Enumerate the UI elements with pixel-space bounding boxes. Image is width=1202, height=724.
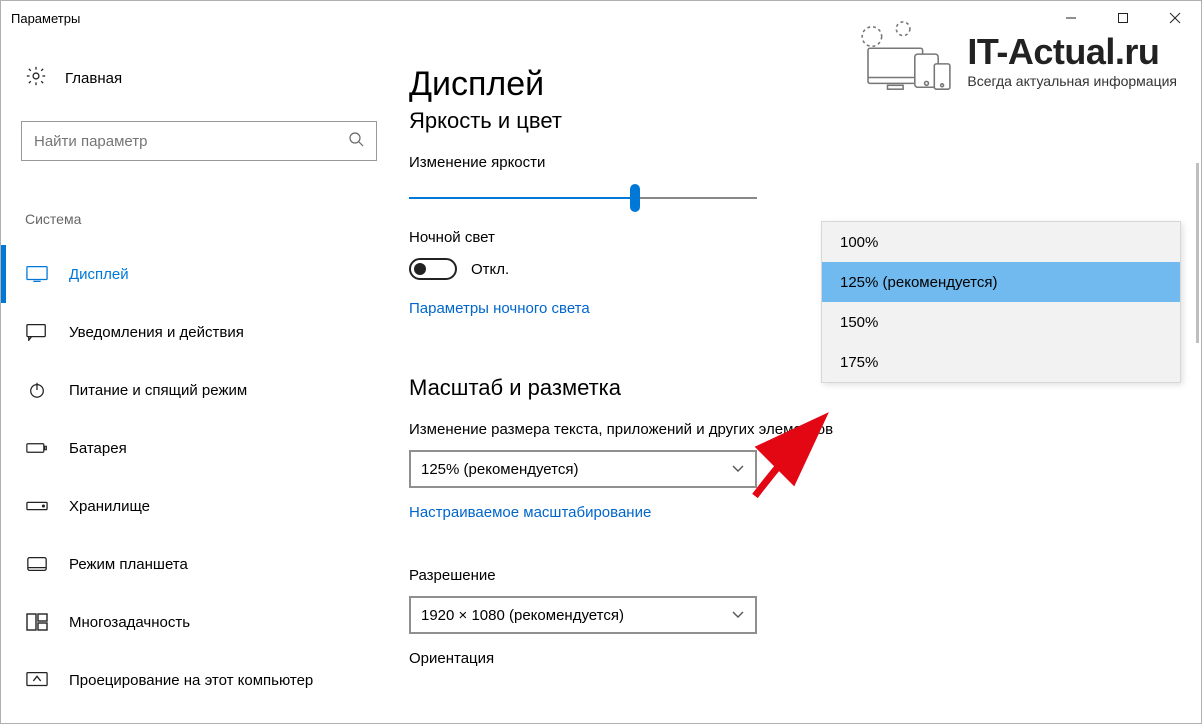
sidebar-item-label: Батарея	[69, 440, 127, 457]
sidebar-category-header: Система	[19, 211, 383, 227]
window-title: Параметры	[11, 11, 80, 26]
storage-icon	[25, 497, 49, 515]
dropdown-option-125[interactable]: 125% (рекомендуется)	[822, 262, 1180, 302]
resolution-combobox[interactable]: 1920 × 1080 (рекомендуется)	[409, 596, 757, 634]
gear-icon	[25, 65, 47, 91]
projecting-icon	[25, 671, 49, 689]
sidebar-item-storage[interactable]: Хранилище	[19, 477, 383, 535]
chat-icon	[25, 323, 49, 341]
scale-label: Изменение размера текста, приложений и д…	[409, 421, 1181, 438]
scrollbar[interactable]	[1196, 163, 1199, 343]
night-light-settings-link[interactable]: Параметры ночного света	[409, 300, 590, 317]
night-light-state: Откл.	[471, 261, 509, 278]
page-title: Дисплей	[409, 65, 1181, 104]
sidebar-item-label: Питание и спящий режим	[69, 382, 247, 399]
sidebar-item-label: Проецирование на этот компьютер	[69, 672, 313, 689]
dropdown-option-100[interactable]: 100%	[822, 222, 1180, 262]
minimize-button[interactable]	[1045, 1, 1097, 35]
sidebar-item-label: Многозадачность	[69, 614, 190, 631]
power-icon	[25, 381, 49, 399]
content-area: Дисплей Яркость и цвет Изменение яркости…	[401, 35, 1201, 723]
maximize-button[interactable]	[1097, 1, 1149, 35]
sidebar-item-label: Режим планшета	[69, 556, 188, 573]
search-field[interactable]	[34, 133, 348, 150]
sidebar-item-tablet[interactable]: Режим планшета	[19, 535, 383, 593]
chevron-down-icon	[731, 461, 745, 478]
search-icon	[348, 131, 364, 151]
brightness-label: Изменение яркости	[409, 154, 1181, 171]
search-input[interactable]	[21, 121, 377, 161]
sidebar-item-power[interactable]: Питание и спящий режим	[19, 361, 383, 419]
sidebar-item-projecting[interactable]: Проецирование на этот компьютер	[19, 651, 383, 709]
orientation-label: Ориентация	[409, 650, 1181, 667]
home-label: Главная	[65, 70, 122, 87]
monitor-icon	[25, 265, 49, 283]
scale-combobox[interactable]: 125% (рекомендуется)	[409, 450, 757, 488]
sidebar-item-multitask[interactable]: Многозадачность	[19, 593, 383, 651]
scale-dropdown-panel: 100% 125% (рекомендуется) 150% 175%	[821, 221, 1181, 383]
sidebar-item-label: Уведомления и действия	[69, 324, 244, 341]
section-brightness-title: Яркость и цвет	[409, 108, 1181, 134]
resolution-combobox-value: 1920 × 1080 (рекомендуется)	[421, 607, 624, 624]
dropdown-option-150[interactable]: 150%	[822, 302, 1180, 342]
brightness-slider[interactable]	[409, 183, 757, 213]
home-button[interactable]: Главная	[19, 65, 383, 91]
scale-combobox-value: 125% (рекомендуется)	[421, 461, 578, 478]
close-button[interactable]	[1149, 1, 1201, 35]
sidebar-item-display[interactable]: Дисплей	[19, 245, 383, 303]
tablet-icon	[25, 555, 49, 573]
battery-icon	[25, 439, 49, 457]
sidebar-item-notifications[interactable]: Уведомления и действия	[19, 303, 383, 361]
chevron-down-icon	[731, 607, 745, 624]
multitask-icon	[25, 613, 49, 631]
resolution-label: Разрешение	[409, 567, 1181, 584]
sidebar: Главная Система Дисплей Уведомления и де…	[1, 35, 401, 723]
night-light-toggle[interactable]	[409, 258, 457, 280]
sidebar-item-battery[interactable]: Батарея	[19, 419, 383, 477]
dropdown-option-175[interactable]: 175%	[822, 342, 1180, 382]
sidebar-item-label: Хранилище	[69, 498, 150, 515]
slider-thumb[interactable]	[630, 184, 640, 212]
sidebar-item-label: Дисплей	[69, 266, 129, 283]
custom-scaling-link[interactable]: Настраиваемое масштабирование	[409, 504, 651, 521]
title-bar: Параметры	[1, 1, 1201, 35]
